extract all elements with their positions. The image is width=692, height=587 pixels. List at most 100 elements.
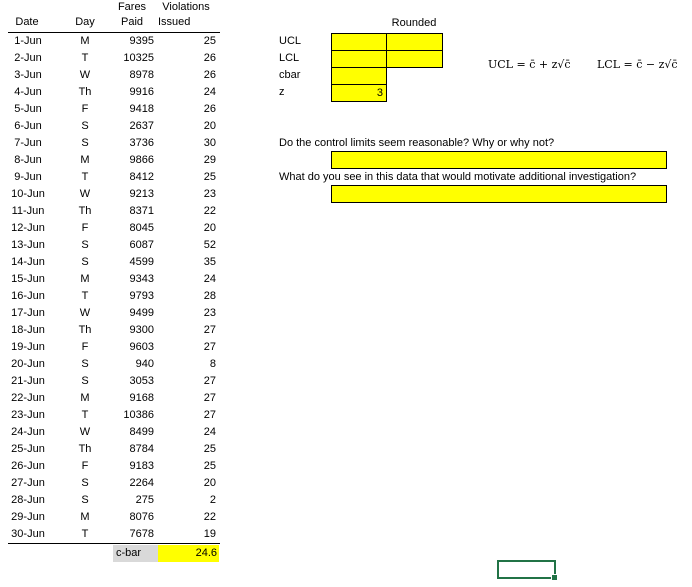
row-date[interactable]: 23-Jun (8, 407, 48, 424)
row-date[interactable]: 22-Jun (8, 390, 48, 407)
row-date[interactable]: 28-Jun (8, 492, 48, 509)
row-day[interactable]: S (72, 475, 98, 492)
row-day[interactable]: M (72, 152, 98, 169)
row-fares[interactable]: 9300 (108, 322, 154, 339)
lcl-rounded-cell[interactable] (386, 50, 443, 68)
row-fares[interactable]: 275 (108, 492, 154, 509)
row-day[interactable]: W (72, 67, 98, 84)
row-date[interactable]: 15-Jun (8, 271, 48, 288)
row-violations[interactable]: 27 (160, 390, 216, 407)
row-violations[interactable]: 25 (160, 169, 216, 186)
row-fares[interactable]: 9168 (108, 390, 154, 407)
row-fares[interactable]: 9793 (108, 288, 154, 305)
row-date[interactable]: 6-Jun (8, 118, 48, 135)
row-day[interactable]: F (72, 458, 98, 475)
row-day[interactable]: T (72, 50, 98, 67)
row-day[interactable]: W (72, 186, 98, 203)
row-violations[interactable]: 2 (160, 492, 216, 509)
row-date[interactable]: 29-Jun (8, 509, 48, 526)
row-day[interactable]: Th (72, 203, 98, 220)
active-cell-selection[interactable] (497, 560, 556, 579)
answer-control-limits-cell[interactable] (331, 151, 667, 169)
row-fares[interactable]: 3053 (108, 373, 154, 390)
z-input-cell[interactable]: 3 (331, 84, 387, 102)
row-date[interactable]: 19-Jun (8, 339, 48, 356)
row-day[interactable]: W (72, 305, 98, 322)
row-date[interactable]: 25-Jun (8, 441, 48, 458)
row-day[interactable]: S (72, 237, 98, 254)
row-date[interactable]: 8-Jun (8, 152, 48, 169)
row-fares[interactable]: 9603 (108, 339, 154, 356)
row-fares[interactable]: 9499 (108, 305, 154, 322)
row-violations[interactable]: 8 (160, 356, 216, 373)
row-fares[interactable]: 10325 (108, 50, 154, 67)
row-day[interactable]: S (72, 118, 98, 135)
row-day[interactable]: F (72, 220, 98, 237)
row-date[interactable]: 9-Jun (8, 169, 48, 186)
row-fares[interactable]: 7678 (108, 526, 154, 543)
row-date[interactable]: 10-Jun (8, 186, 48, 203)
row-fares[interactable]: 8045 (108, 220, 154, 237)
row-violations[interactable]: 24 (160, 271, 216, 288)
row-day[interactable]: M (72, 33, 98, 50)
row-fares[interactable]: 9916 (108, 84, 154, 101)
row-day[interactable]: Th (72, 84, 98, 101)
row-violations[interactable]: 24 (160, 424, 216, 441)
row-day[interactable]: S (72, 373, 98, 390)
row-fares[interactable]: 8076 (108, 509, 154, 526)
row-violations[interactable]: 29 (160, 152, 216, 169)
row-fares[interactable]: 9343 (108, 271, 154, 288)
row-date[interactable]: 17-Jun (8, 305, 48, 322)
row-date[interactable]: 12-Jun (8, 220, 48, 237)
row-day[interactable]: S (72, 356, 98, 373)
row-day[interactable]: T (72, 407, 98, 424)
row-day[interactable]: M (72, 271, 98, 288)
row-date[interactable]: 30-Jun (8, 526, 48, 543)
row-day[interactable]: S (72, 254, 98, 271)
row-violations[interactable]: 22 (160, 203, 216, 220)
cbar-input-cell[interactable] (331, 67, 387, 85)
row-day[interactable]: M (72, 509, 98, 526)
row-fares[interactable]: 8371 (108, 203, 154, 220)
lcl-value-cell[interactable] (331, 50, 387, 68)
row-date[interactable]: 16-Jun (8, 288, 48, 305)
row-fares[interactable]: 10386 (108, 407, 154, 424)
row-fares[interactable]: 3736 (108, 135, 154, 152)
row-violations[interactable]: 30 (160, 135, 216, 152)
row-fares[interactable]: 2637 (108, 118, 154, 135)
row-violations[interactable]: 27 (160, 339, 216, 356)
row-violations[interactable]: 25 (160, 33, 216, 50)
row-date[interactable]: 5-Jun (8, 101, 48, 118)
row-date[interactable]: 11-Jun (8, 203, 48, 220)
row-fares[interactable]: 9213 (108, 186, 154, 203)
row-day[interactable]: S (72, 135, 98, 152)
row-date[interactable]: 21-Jun (8, 373, 48, 390)
row-date[interactable]: 14-Jun (8, 254, 48, 271)
row-violations[interactable]: 27 (160, 373, 216, 390)
row-fares[interactable]: 4599 (108, 254, 154, 271)
row-date[interactable]: 2-Jun (8, 50, 48, 67)
row-violations[interactable]: 26 (160, 101, 216, 118)
row-fares[interactable]: 8499 (108, 424, 154, 441)
row-date[interactable]: 18-Jun (8, 322, 48, 339)
row-fares[interactable]: 8978 (108, 67, 154, 84)
row-date[interactable]: 26-Jun (8, 458, 48, 475)
row-day[interactable]: Th (72, 322, 98, 339)
row-date[interactable]: 24-Jun (8, 424, 48, 441)
row-fares[interactable]: 9418 (108, 101, 154, 118)
row-violations[interactable]: 20 (160, 475, 216, 492)
row-day[interactable]: T (72, 526, 98, 543)
row-violations[interactable]: 19 (160, 526, 216, 543)
row-violations[interactable]: 28 (160, 288, 216, 305)
row-fares[interactable]: 940 (108, 356, 154, 373)
row-fares[interactable]: 8412 (108, 169, 154, 186)
row-violations[interactable]: 23 (160, 186, 216, 203)
fill-handle[interactable] (551, 574, 558, 581)
row-date[interactable]: 20-Jun (8, 356, 48, 373)
row-violations[interactable]: 20 (160, 220, 216, 237)
row-date[interactable]: 3-Jun (8, 67, 48, 84)
row-fares[interactable]: 9395 (108, 33, 154, 50)
answer-investigation-cell[interactable] (331, 185, 667, 203)
row-violations[interactable]: 35 (160, 254, 216, 271)
ucl-rounded-cell[interactable] (386, 33, 443, 51)
